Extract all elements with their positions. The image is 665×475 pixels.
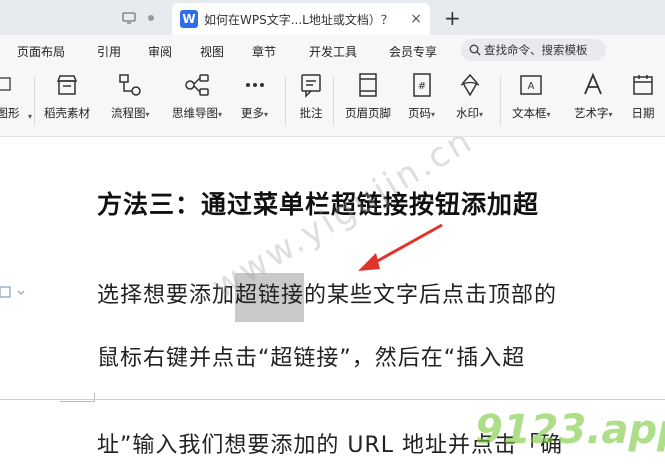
ribbon-divider xyxy=(500,76,501,126)
title-tab-bar: W 如何在WPS文字...L地址或文档）？ × + xyxy=(0,0,665,35)
chevron-down-icon: ▾ xyxy=(546,110,551,119)
page-number-button[interactable]: # 页码▾ xyxy=(408,72,435,121)
calendar-icon xyxy=(633,75,653,95)
header-footer-button[interactable]: 页眉页脚 xyxy=(345,72,391,121)
ribbon-divider xyxy=(285,76,286,126)
dot-icon xyxy=(142,9,160,27)
ribbon-divider xyxy=(34,76,35,126)
brand-watermark: 9123.app xyxy=(475,407,665,453)
mindmap-icon xyxy=(185,74,209,96)
shapes-dropdown-arrow[interactable]: ▾ xyxy=(28,72,32,121)
menu-view[interactable]: 视图 xyxy=(200,43,224,60)
shapes-button[interactable]: 图形 xyxy=(0,72,20,121)
chevron-down-icon: ▾ xyxy=(218,110,223,119)
watermark-icon xyxy=(460,73,479,97)
line1-after-text: 的某些文字后点击顶部的 xyxy=(304,283,558,308)
ribbon-toolbar: 图形 ▾ 稻壳素材 流程图▾ 思维导图▾ 更多▾ 批注 页眉页脚 # 页码▾ 水… xyxy=(0,66,665,137)
wordart-label: 艺术字▾ xyxy=(574,106,613,120)
page-break-line xyxy=(0,399,665,400)
side-paste-icon[interactable] xyxy=(0,284,26,303)
more-button[interactable]: 更多▾ xyxy=(241,72,268,121)
watermark-button[interactable]: 水印▾ xyxy=(456,72,483,121)
chevron-down-icon: ▾ xyxy=(608,110,613,119)
comment-icon xyxy=(301,74,321,98)
more-label: 更多▾ xyxy=(241,106,269,120)
date-label: 日期 xyxy=(631,106,655,120)
comment-button[interactable]: 批注 xyxy=(298,72,324,121)
chevron-down-icon: ▾ xyxy=(431,110,436,119)
watermark-label: 水印▾ xyxy=(456,106,484,120)
wordart-icon xyxy=(584,72,603,95)
menu-section[interactable]: 章节 xyxy=(252,43,276,60)
textbox-button[interactable]: A 文本框▾ xyxy=(512,72,551,121)
document-line-1: 选择想要添加超链接的某些文字后点击顶部的 xyxy=(97,273,558,322)
flowchart-button[interactable]: 流程图▾ xyxy=(111,72,150,121)
shapes-label: 图形 xyxy=(0,106,20,120)
svg-text:#: # xyxy=(417,81,425,92)
menu-review[interactable]: 审阅 xyxy=(148,43,172,60)
daoke-material-button[interactable]: 稻壳素材 xyxy=(44,72,90,121)
search-placeholder: 查找命令、搜索模板 xyxy=(484,43,588,57)
header-footer-icon xyxy=(359,73,377,97)
chevron-down-icon: ▾ xyxy=(479,110,484,119)
textbox-icon: A xyxy=(520,75,542,95)
page-number-label: 页码▾ xyxy=(408,106,436,120)
date-button[interactable]: 日期 xyxy=(630,72,656,121)
flowchart-label: 流程图▾ xyxy=(111,106,150,120)
ribbon-divider xyxy=(333,76,334,126)
comment-label: 批注 xyxy=(299,106,323,120)
document-line-2: 鼠标右键并点击“超链接”，然后在“插入超 xyxy=(97,346,526,371)
new-tab-button[interactable]: + xyxy=(444,6,461,30)
search-icon xyxy=(469,44,481,56)
menu-bar: 页面布局 引用 审阅 视图 章节 开发工具 会员专享 查找命令、搜索模板 xyxy=(0,35,665,66)
document-canvas[interactable]: 方法三：通过菜单栏超链接按钮添加超 选择想要添加超链接的某些文字后点击顶部的 鼠… xyxy=(0,137,665,475)
menu-references[interactable]: 引用 xyxy=(97,43,121,60)
store-icon xyxy=(56,75,78,95)
mindmap-label: 思维导图▾ xyxy=(172,106,223,120)
daoke-label: 稻壳素材 xyxy=(44,106,90,120)
svg-text:A: A xyxy=(528,81,535,92)
annotation-arrow-icon xyxy=(358,223,443,271)
monitor-icon[interactable] xyxy=(120,9,138,27)
command-search-box[interactable]: 查找命令、搜索模板 xyxy=(461,39,606,61)
wordart-button[interactable]: 艺术字▾ xyxy=(574,72,613,121)
document-tab[interactable]: W 如何在WPS文字...L地址或文档）？ × xyxy=(172,3,430,35)
mindmap-button[interactable]: 思维导图▾ xyxy=(172,72,222,121)
textbox-label: 文本框▾ xyxy=(512,106,551,120)
flowchart-icon xyxy=(119,74,141,96)
chevron-down-icon: ▾ xyxy=(264,110,269,119)
menu-member[interactable]: 会员专享 xyxy=(389,43,437,60)
document-tab-title: 如何在WPS文字...L地址或文档）？ xyxy=(204,12,393,27)
menu-page-layout[interactable]: 页面布局 xyxy=(17,43,65,60)
menu-developer[interactable]: 开发工具 xyxy=(309,43,357,60)
more-icon xyxy=(245,83,264,87)
close-tab-icon[interactable]: × xyxy=(410,11,422,27)
header-footer-label: 页眉页脚 xyxy=(345,106,391,120)
page-corner-mark xyxy=(60,393,95,402)
page-number-icon: # xyxy=(412,73,431,97)
chevron-down-icon: ▾ xyxy=(145,110,150,119)
wps-writer-logo-icon: W xyxy=(180,10,198,28)
